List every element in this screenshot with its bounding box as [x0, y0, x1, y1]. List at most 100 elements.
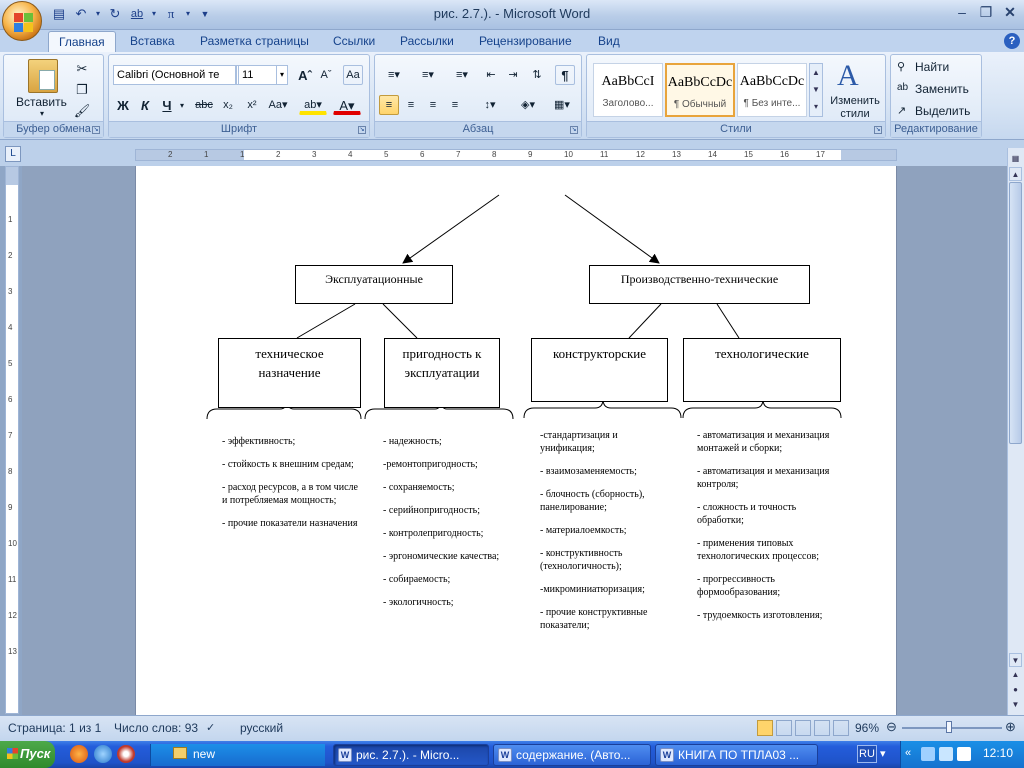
show-formatting-icon[interactable]: ¶ [555, 65, 575, 85]
lang-bar-options-icon[interactable]: ▾ [880, 747, 886, 760]
shading-icon[interactable]: ◈▾ [513, 95, 543, 115]
copy-icon[interactable]: ❐ [72, 79, 92, 99]
align-left-icon[interactable]: ≡ [379, 95, 399, 115]
network-icon[interactable] [921, 747, 935, 761]
select-button[interactable]: Выделить [915, 104, 970, 118]
change-styles-icon[interactable]: A [837, 59, 859, 93]
styles-scroll-icon[interactable]: ▲ ▼ ▾ [809, 63, 823, 117]
draft-icon[interactable] [833, 720, 849, 736]
clipboard-launcher-icon[interactable]: ↘ [92, 126, 100, 134]
align-right-icon[interactable]: ≡ [423, 95, 443, 115]
underline-dropdown-icon[interactable]: ▾ [177, 95, 187, 115]
replace-button[interactable]: Заменить [915, 82, 969, 96]
page-count[interactable]: Страница: 1 из 1 [8, 721, 101, 735]
paste-button[interactable]: Вставить [16, 95, 67, 109]
styles-launcher-icon[interactable]: ↘ [874, 126, 882, 134]
close-icon[interactable]: ✕ [998, 3, 1022, 21]
ruler-number: 1 [240, 150, 245, 159]
tab-selector-icon[interactable]: L [5, 146, 21, 162]
tab-references[interactable]: Ссылки [323, 31, 385, 52]
proofing-icon[interactable]: ✓ [206, 721, 215, 734]
horizontal-ruler[interactable]: 2 1 1 2 3 4 5 6 7 8 9 10 11 12 13 14 15 16 17 [135, 149, 897, 161]
scroll-up-icon[interactable]: ▲ [1009, 167, 1022, 181]
scroll-thumb[interactable] [1009, 182, 1022, 444]
zoom-slider[interactable] [902, 727, 1002, 729]
font-launcher-icon[interactable]: ↘ [358, 126, 366, 134]
clock[interactable]: 12:10 [983, 746, 1013, 760]
bold-icon[interactable]: Ж [113, 95, 133, 115]
superscript-icon[interactable]: x² [241, 95, 263, 115]
format-painter-icon[interactable]: 🖌 [72, 100, 92, 120]
tab-view[interactable]: Вид [588, 31, 630, 52]
previous-page-icon[interactable]: ▲ [1009, 668, 1022, 682]
volume-icon[interactable] [957, 747, 971, 761]
subscript-icon[interactable]: x₂ [217, 95, 239, 115]
highlight-icon[interactable]: ab▾ [299, 95, 327, 115]
next-page-icon[interactable]: ▼ [1009, 698, 1022, 712]
font-size-dropdown-icon[interactable]: ▾ [276, 65, 288, 85]
tab-review[interactable]: Рецензирование [469, 31, 582, 52]
firefox-icon[interactable] [70, 745, 88, 763]
italic-icon[interactable]: К [135, 95, 155, 115]
tab-insert[interactable]: Вставка [120, 31, 185, 52]
paragraph-launcher-icon[interactable]: ↘ [570, 126, 578, 134]
opera-icon[interactable] [117, 745, 135, 763]
scroll-down-icon[interactable]: ▼ [1009, 653, 1022, 667]
style-heading[interactable]: AaBbCcI Заголово... [593, 63, 663, 117]
sort-icon[interactable]: ⇅ [527, 65, 547, 85]
select-browse-object-icon[interactable]: ● [1009, 683, 1022, 697]
justify-icon[interactable]: ≡ [445, 95, 465, 115]
underline-icon[interactable]: Ч [157, 95, 177, 115]
tab-mailings[interactable]: Рассылки [390, 31, 464, 52]
multilevel-list-icon[interactable]: ≡▾ [447, 65, 477, 85]
help-icon[interactable]: ? [1004, 33, 1020, 49]
ribbon-tabs: Главная Вставка Разметка страницы Ссылки… [0, 30, 1024, 52]
align-center-icon[interactable]: ≡ [401, 95, 421, 115]
font-name-combo[interactable]: Calibri (Основной те [113, 65, 236, 85]
decrease-indent-icon[interactable]: ⇤ [481, 65, 501, 85]
bullets-icon[interactable]: ≡▾ [379, 65, 409, 85]
find-button[interactable]: Найти [915, 60, 949, 74]
change-case-icon[interactable]: Aa▾ [265, 95, 291, 115]
zoom-slider-thumb[interactable] [946, 721, 952, 733]
tab-page-layout[interactable]: Разметка страницы [190, 31, 319, 52]
increase-indent-icon[interactable]: ⇥ [503, 65, 523, 85]
cut-icon[interactable]: ✂ [72, 58, 92, 78]
clear-formatting-icon[interactable]: Aa [343, 65, 363, 85]
folder-label[interactable]: new [193, 747, 215, 761]
taskbar-button-word-active[interactable]: Wрис. 2.7.). - Micro... [333, 744, 489, 766]
ie-icon[interactable] [94, 745, 112, 763]
tray-expand-icon[interactable]: « [905, 747, 911, 759]
ruler-toggle-icon[interactable]: ▦ [1009, 152, 1022, 166]
font-color-icon[interactable]: A▾ [333, 95, 361, 115]
tab-home[interactable]: Главная [48, 31, 116, 52]
minimize-icon[interactable]: – [950, 3, 974, 21]
zoom-in-icon[interactable]: ⊕ [1005, 719, 1016, 735]
change-styles-button[interactable]: Изменить стили [825, 95, 885, 121]
vertical-ruler[interactable]: 1 2 3 4 5 6 7 8 9 10 11 12 13 [5, 166, 19, 714]
shrink-font-icon[interactable]: Aˇ [316, 65, 336, 85]
paste-dropdown-icon[interactable]: ▾ [40, 109, 44, 118]
paste-icon[interactable] [28, 59, 58, 93]
language-indicator[interactable]: RU [857, 745, 877, 763]
grow-font-icon[interactable]: Aˆ [295, 65, 315, 85]
taskbar-button-book[interactable]: W КНИГА ПО ТПЛА03 ... [655, 744, 818, 766]
style-normal[interactable]: AaBbCcDc ¶ Обычный [665, 63, 735, 117]
zoom-out-icon[interactable]: ⊖ [886, 719, 897, 735]
strikethrough-icon[interactable]: abc [193, 95, 215, 115]
borders-icon[interactable]: ▦▾ [547, 95, 577, 115]
outline-icon[interactable] [814, 720, 830, 736]
full-screen-reading-icon[interactable] [776, 720, 792, 736]
restore-icon[interactable]: ❐ [974, 3, 998, 21]
zoom-level[interactable]: 96% [855, 721, 879, 735]
style-no-spacing[interactable]: AaBbCcDc ¶ Без инте... [737, 63, 807, 117]
word-count[interactable]: Число слов: 93 [114, 721, 198, 735]
numbering-icon[interactable]: ≡▾ [413, 65, 443, 85]
taskbar-button-contents[interactable]: Wсодержание. (Авто... [493, 744, 651, 766]
tray-app-icon[interactable] [939, 747, 953, 761]
office-button[interactable] [2, 1, 42, 41]
line-spacing-icon[interactable]: ↕▾ [475, 95, 505, 115]
print-layout-icon[interactable] [757, 720, 773, 736]
language[interactable]: русский [240, 721, 283, 735]
web-layout-icon[interactable] [795, 720, 811, 736]
